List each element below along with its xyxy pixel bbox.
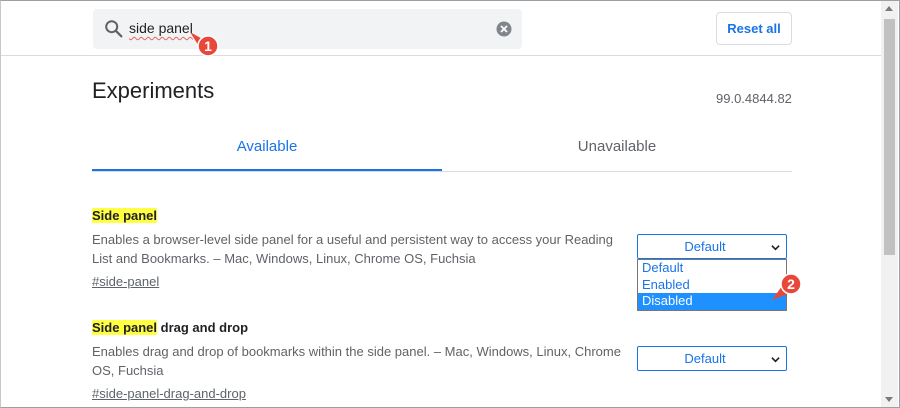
marker-number: 1 bbox=[204, 38, 212, 54]
side-panel-drag-and-drop-select[interactable]: Default bbox=[637, 346, 787, 371]
title-highlight: Side panel bbox=[92, 208, 158, 223]
scroll-down-arrow-icon[interactable] bbox=[885, 397, 893, 402]
experiment-description: Enables a browser-level side panel for a… bbox=[92, 232, 614, 266]
experiment-title: Side panel bbox=[92, 208, 632, 224]
side-panel-options-list[interactable]: Default Enabled Disabled bbox=[637, 259, 787, 311]
title-rest: drag and drop bbox=[157, 320, 249, 335]
search-icon bbox=[105, 20, 123, 38]
title-highlight: Side panel bbox=[92, 320, 158, 335]
search-query-text: side panel bbox=[129, 20, 193, 36]
tab-available[interactable]: Available bbox=[92, 124, 442, 171]
scrollbar-thumb[interactable] bbox=[884, 19, 895, 255]
chevron-down-icon bbox=[771, 245, 780, 251]
experiment-title: Side panel drag and drop bbox=[92, 320, 632, 336]
annotation-marker-1: 1 bbox=[190, 32, 219, 57]
select-value: Default bbox=[684, 239, 726, 254]
side-panel-select[interactable]: Default bbox=[637, 234, 787, 259]
tab-unavailable[interactable]: Unavailable bbox=[442, 124, 792, 171]
search-input[interactable]: side panel bbox=[129, 20, 193, 36]
option-enabled[interactable]: Enabled bbox=[638, 277, 786, 294]
annotation-marker-2: 2 bbox=[772, 273, 802, 300]
search-field[interactable]: side panel bbox=[93, 9, 522, 49]
version-label: 99.0.4844.82 bbox=[716, 91, 792, 106]
experiment-description: Enables drag and drop of bookmarks withi… bbox=[92, 344, 621, 378]
chevron-down-icon bbox=[771, 357, 780, 363]
reset-all-button[interactable]: Reset all bbox=[716, 12, 792, 45]
scroll-up-arrow-icon[interactable] bbox=[885, 6, 893, 11]
experiment-link[interactable]: #side-panel bbox=[92, 274, 632, 290]
page-title: Experiments bbox=[92, 78, 215, 103]
select-value: Default bbox=[684, 351, 726, 366]
experiment-side-panel-drag-and-drop: Side panel drag and drop Enables drag an… bbox=[92, 320, 632, 402]
scrollbar[interactable] bbox=[881, 1, 898, 407]
tab-bar: Available Unavailable bbox=[92, 124, 792, 172]
clear-icon[interactable] bbox=[496, 21, 512, 37]
option-disabled[interactable]: Disabled bbox=[638, 293, 786, 310]
marker-number: 2 bbox=[787, 276, 795, 292]
experiment-side-panel: Side panel Enables a browser-level side … bbox=[92, 208, 632, 290]
option-default[interactable]: Default bbox=[638, 260, 786, 277]
experiment-link[interactable]: #side-panel-drag-and-drop bbox=[92, 386, 632, 402]
